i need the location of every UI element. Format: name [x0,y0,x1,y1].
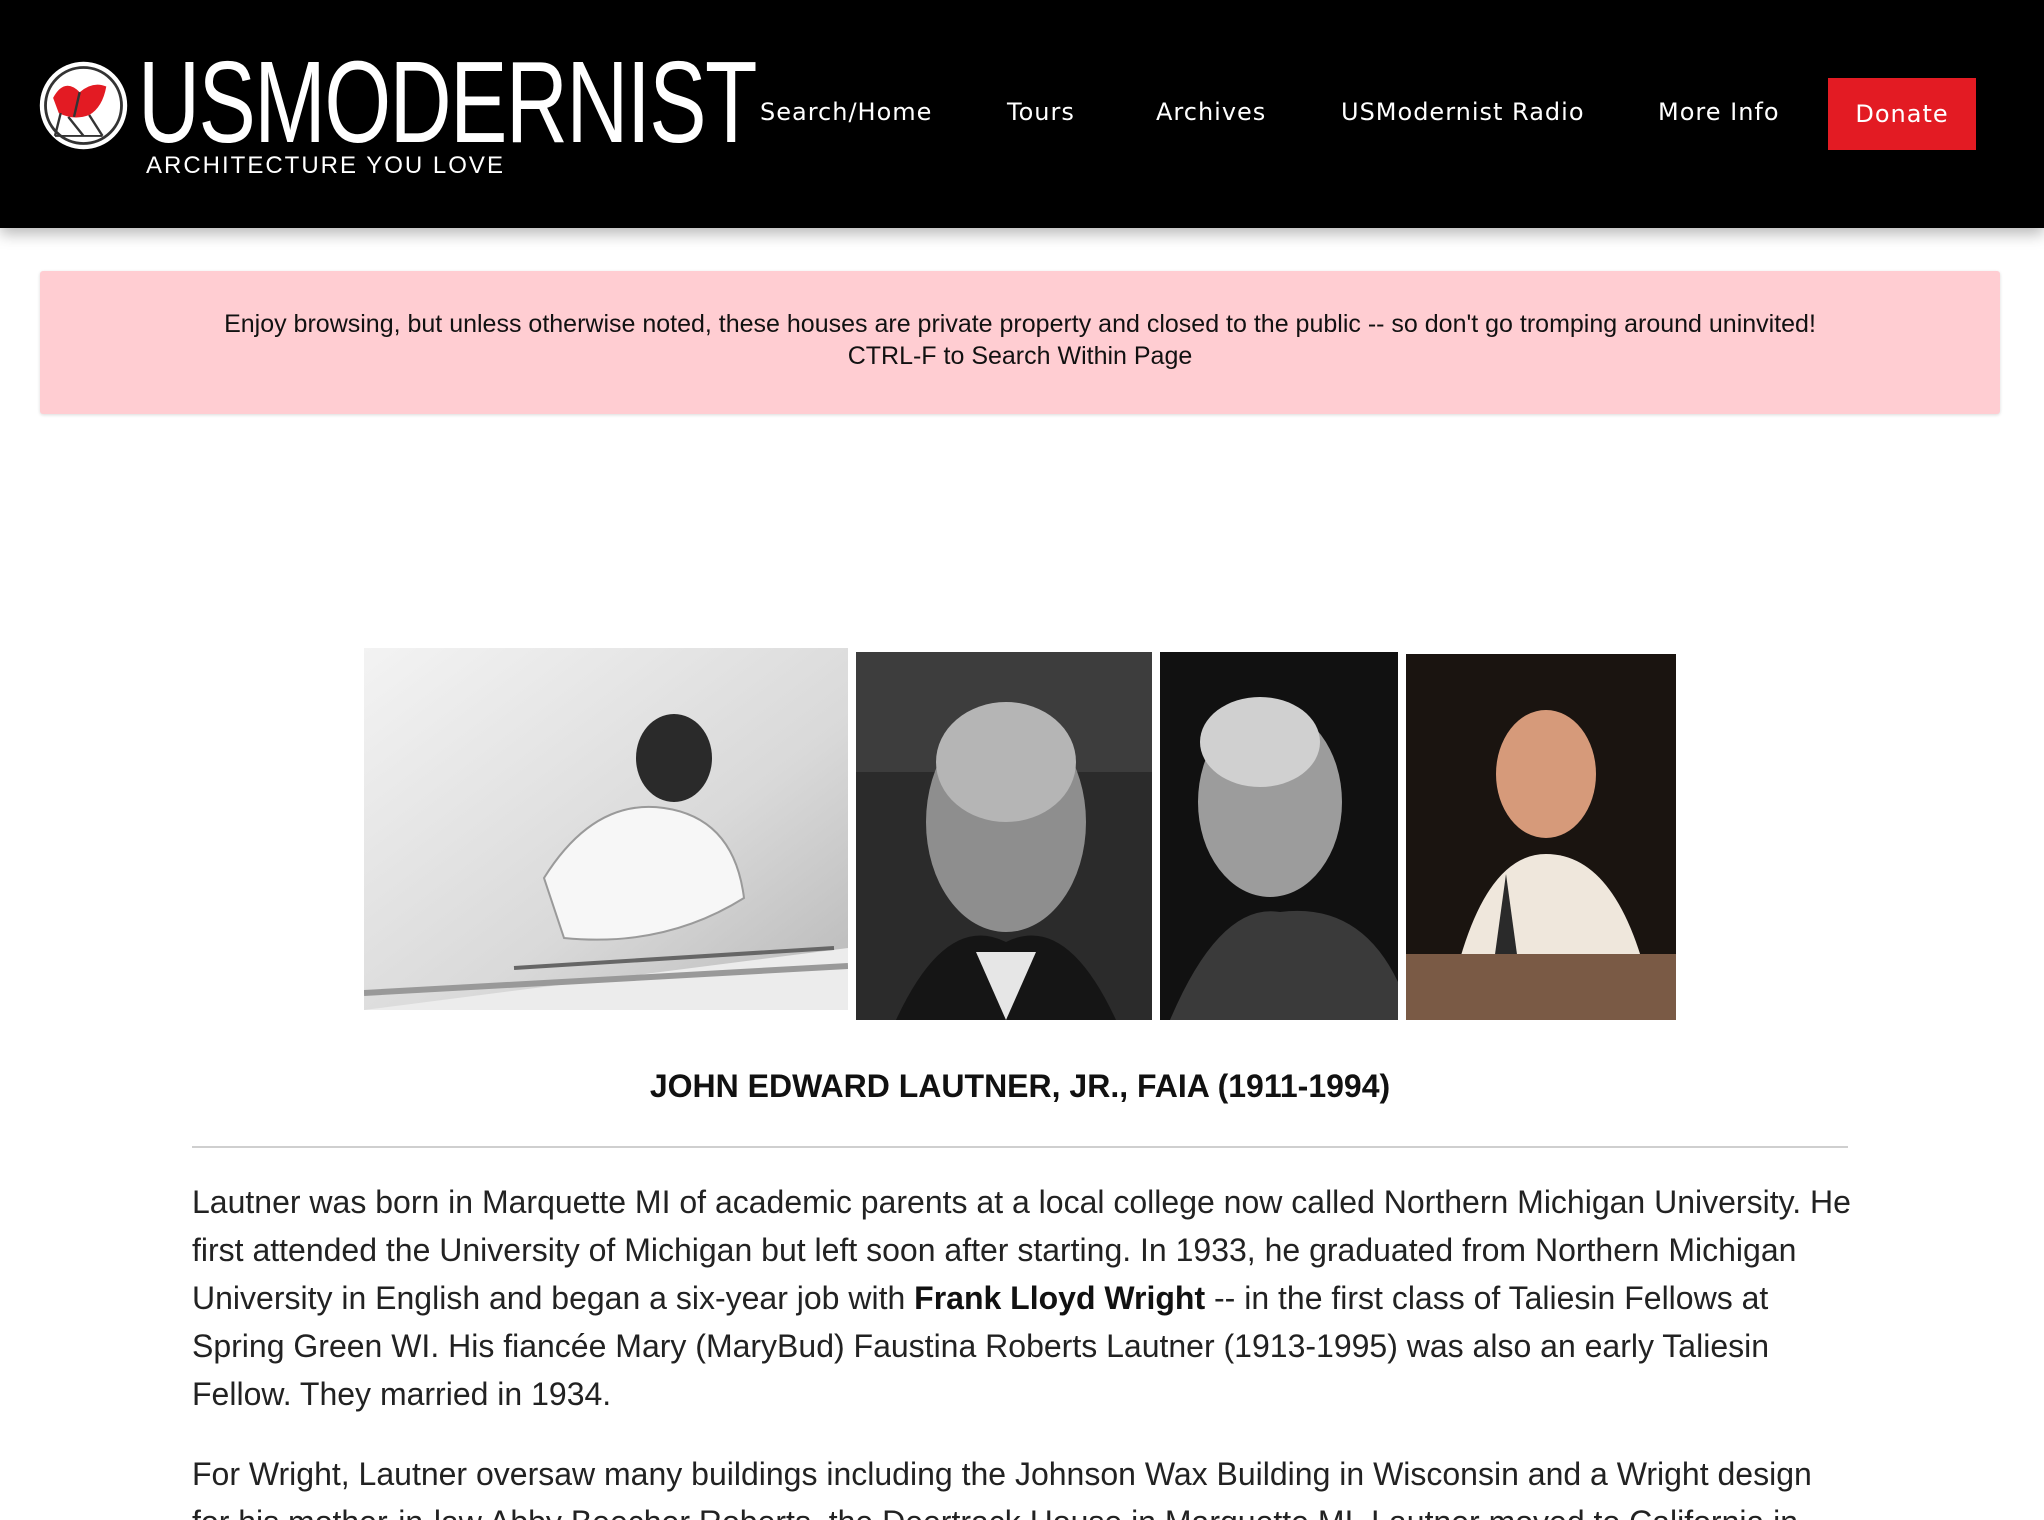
notice-line-1: Enjoy browsing, but unless otherwise not… [224,310,1816,338]
nav-usmodernist-radio[interactable]: USModernist Radio [1341,98,1585,126]
portrait-photo-older [1160,652,1398,1020]
donate-button[interactable]: Donate [1828,78,1976,150]
notice-banner: Enjoy browsing, but unless otherwise not… [40,271,2000,414]
portrait-photo-middle-age [856,652,1152,1020]
portrait-photo-color [1406,654,1676,1020]
site-header: USMODERNIST ARCHITECTURE YOU LOVE Search… [0,0,2044,228]
nav-search-home[interactable]: Search/Home [760,98,932,126]
logo-tagline: ARCHITECTURE YOU LOVE [146,152,505,179]
nav-archives[interactable]: Archives [1156,98,1266,126]
article-paragraph-2: For Wright, Lautner oversaw many buildin… [192,1456,1812,1520]
notice-line-2: CTRL-F to Search Within Page [847,342,1193,370]
portrait-photo-drafting [364,648,848,1010]
nav-more-info[interactable]: More Info [1658,98,1780,126]
article-paragraph-1: Lautner was born in Marquette MI of acad… [192,1178,1852,1418]
article-title: JOHN EDWARD LAUTNER, JR., FAIA (1911-199… [649,1068,1391,1104]
title-divider [192,1146,1848,1148]
main-nav: Search/Home Tours Archives USModernist R… [0,78,2044,150]
nav-tours[interactable]: Tours [1007,98,1075,126]
frank-lloyd-wright-link[interactable]: Frank Lloyd Wright [914,1280,1205,1316]
